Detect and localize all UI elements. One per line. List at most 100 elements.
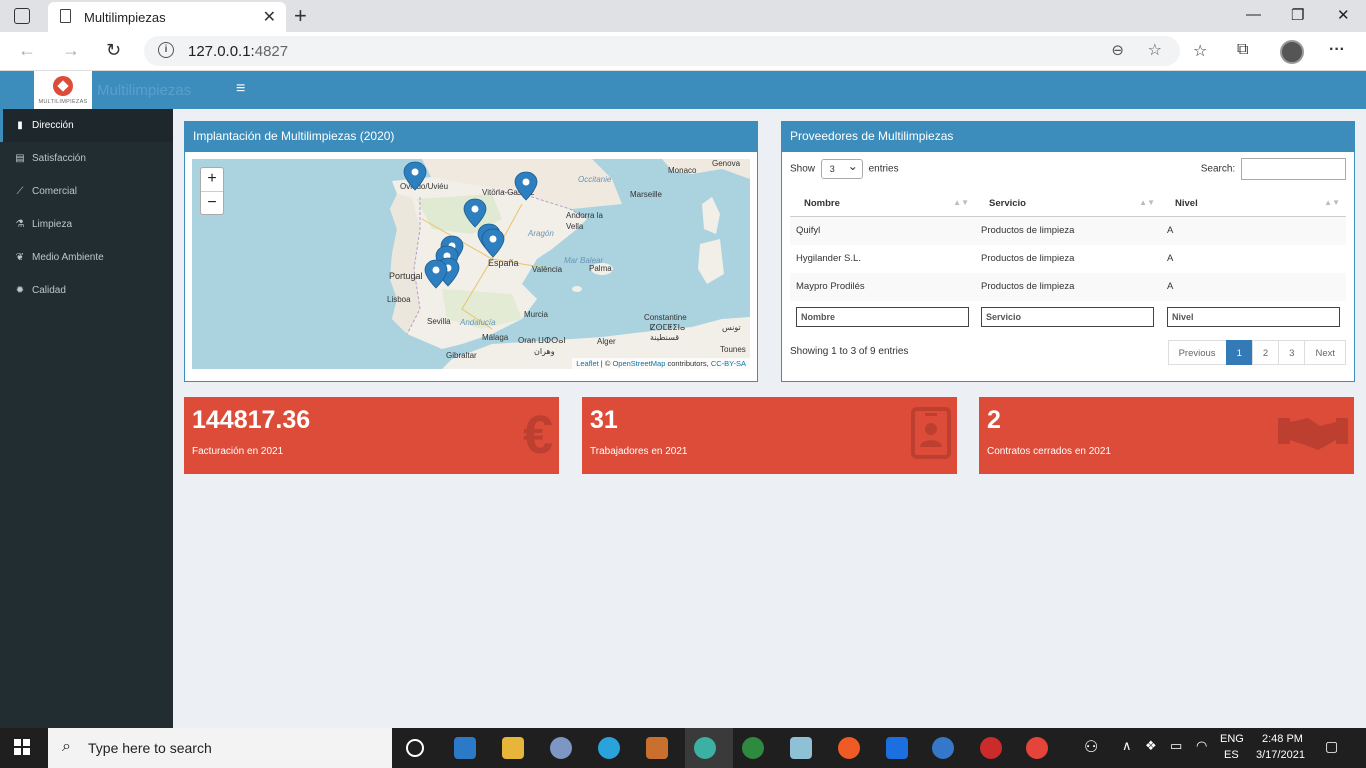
- virtualbox-icon[interactable]: [646, 737, 668, 759]
- entries-select[interactable]: 3: [820, 159, 863, 179]
- table-row[interactable]: Quifyl Productos de limpieza A: [790, 216, 1346, 245]
- sidebar-item-label: Dirección: [32, 120, 74, 131]
- zoom-icon[interactable]: ⊖: [1111, 41, 1124, 59]
- more-options-icon[interactable]: ···: [1329, 41, 1345, 59]
- address-toolbar: ← → ↻ i 127.0.0.1:4827 ⊖ ☆ ☆ ⧉ ···: [0, 32, 1366, 71]
- map-label-oran: Oran ⵡⵀⵔⴰⵏ: [518, 336, 566, 345]
- language-top[interactable]: ENG: [1220, 733, 1244, 745]
- chrome-icon[interactable]: [1026, 737, 1048, 759]
- back-icon[interactable]: ←: [18, 40, 36, 61]
- clock-date[interactable]: 3/17/2021: [1256, 749, 1305, 761]
- leaflet-link[interactable]: Leaflet: [576, 359, 599, 368]
- tab-title: Multilimpiezas: [84, 10, 166, 25]
- sidebar-item-direccion[interactable]: ▮ Dirección: [0, 109, 173, 142]
- notes-icon[interactable]: [790, 737, 812, 759]
- telegram-icon[interactable]: [598, 737, 620, 759]
- task-view-icon[interactable]: [406, 739, 424, 757]
- collections-icon[interactable]: ⧉: [1237, 41, 1248, 59]
- map-label-oran-ar: وهران: [534, 347, 555, 356]
- map-label-malaga: Málaga: [482, 333, 509, 342]
- mail-icon[interactable]: [932, 737, 954, 759]
- line-chart-icon: ⟋: [16, 186, 24, 197]
- map-label-genova: Genova: [712, 159, 741, 168]
- url-bar[interactable]: i 127.0.0.1:4827 ⊖ ☆: [144, 36, 1180, 66]
- profile-avatar[interactable]: [1280, 40, 1304, 64]
- app-e-icon[interactable]: [980, 737, 1002, 759]
- browser-tab[interactable]: Multilimpiezas ✕: [48, 2, 286, 32]
- sidebar-item-label: Comercial: [32, 186, 78, 197]
- suppliers-table: Nombre ▲▼ Servicio ▲▼ Nivel ▲▼ Quifyl Produ…: [790, 190, 1346, 333]
- page-1-button[interactable]: 1: [1225, 340, 1253, 365]
- search-icon: ⌕: [62, 738, 71, 755]
- sidebar-item-comercial[interactable]: ⟋ Comercial: [0, 175, 173, 208]
- file-explorer-icon[interactable]: [502, 737, 524, 759]
- filter-nombre-input[interactable]: Nombre: [796, 306, 969, 327]
- column-header-nombre[interactable]: Nombre ▲▼: [790, 190, 975, 217]
- tab-actions-icon[interactable]: [14, 8, 30, 24]
- reload-icon[interactable]: ↻: [106, 40, 121, 61]
- previous-button[interactable]: Previous: [1167, 340, 1227, 365]
- notifications-icon[interactable]: ▢: [1325, 738, 1338, 755]
- forward-icon[interactable]: →: [62, 40, 80, 61]
- people-icon[interactable]: ⚇: [1084, 737, 1098, 757]
- dropbox-tray-icon[interactable]: ❖: [1145, 738, 1157, 754]
- edge-icon[interactable]: [694, 737, 716, 759]
- filter-nivel-input[interactable]: Nivel: [1167, 306, 1340, 327]
- sort-icon: ▲▼: [1324, 198, 1340, 207]
- map-box-title: Implantación de Multilimpiezas (2020): [185, 122, 757, 152]
- column-header-servicio[interactable]: Servicio ▲▼: [975, 190, 1161, 217]
- dropbox-icon[interactable]: [886, 737, 908, 759]
- clipboard-icon: ▤: [15, 153, 25, 164]
- map-label-valencia: València: [532, 265, 563, 274]
- mongodb-icon[interactable]: [742, 737, 764, 759]
- sidebar-item-label: Calidad: [32, 285, 66, 296]
- sidebar-item-medio-ambiente[interactable]: ❦ Medio Ambiente: [0, 241, 173, 274]
- sidebar-item-calidad[interactable]: ✹ Calidad: [0, 274, 173, 307]
- zoom-in-button[interactable]: +: [201, 168, 223, 191]
- wifi-icon[interactable]: ◠: [1196, 738, 1207, 754]
- chevron-up-icon[interactable]: ∧: [1122, 738, 1132, 754]
- map-label-sevilla: Sevilla: [427, 317, 451, 326]
- language-bottom[interactable]: ES: [1224, 749, 1239, 761]
- add-favorite-icon[interactable]: ☆: [1148, 40, 1162, 60]
- clock-time[interactable]: 2:48 PM: [1262, 733, 1303, 745]
- postman-icon[interactable]: [838, 737, 860, 759]
- taskbar-search[interactable]: ⌕ Type here to search: [48, 728, 392, 768]
- url-text: 127.0.0.1:4827: [188, 43, 289, 60]
- zoom-out-button[interactable]: −: [201, 191, 223, 214]
- hamburger-icon[interactable]: ≡: [236, 80, 245, 98]
- zoom-control: + −: [200, 167, 224, 215]
- page-3-button[interactable]: 3: [1278, 340, 1306, 365]
- table-row[interactable]: Maypro Prodilés Productos de limpieza A: [790, 272, 1346, 301]
- page-2-button[interactable]: 2: [1251, 340, 1280, 365]
- minimize-icon[interactable]: —: [1246, 6, 1261, 23]
- handshake-icon: [1278, 407, 1348, 463]
- osm-link[interactable]: OpenStreetMap: [612, 359, 665, 368]
- window-close-icon[interactable]: ✕: [1337, 6, 1350, 24]
- r-icon[interactable]: [550, 737, 572, 759]
- favorites-icon[interactable]: ☆: [1193, 41, 1207, 61]
- suppliers-box-title: Proveedores de Multilimpiezas: [782, 122, 1354, 152]
- site-info-icon[interactable]: i: [158, 42, 174, 58]
- sidebar-item-satisfaccion[interactable]: ▤ Satisfacción: [0, 142, 173, 175]
- license-link[interactable]: CC-BY-SA: [711, 359, 746, 368]
- next-button[interactable]: Next: [1304, 340, 1346, 365]
- close-tab-icon[interactable]: ✕: [263, 7, 276, 27]
- filter-servicio-input[interactable]: Servicio: [981, 306, 1154, 327]
- map-box: Implantación de Multilimpiezas (2020) Ov…: [184, 121, 758, 382]
- kpi-label: Trabajadores en 2021: [590, 446, 688, 457]
- kpi-value: 2: [987, 406, 1001, 434]
- kpi-trabajadores: 31 Trabajadores en 2021: [582, 397, 957, 474]
- vscode-icon[interactable]: [454, 737, 476, 759]
- column-header-nivel[interactable]: Nivel ▲▼: [1161, 190, 1346, 217]
- battery-icon[interactable]: ▭: [1170, 738, 1182, 754]
- search-input[interactable]: [1241, 158, 1346, 180]
- map[interactable]: Oviedo/Uviéu Vitoria-Gasteiz Monaco Geno…: [192, 159, 750, 369]
- restore-icon[interactable]: ❐: [1291, 6, 1304, 24]
- new-tab-icon[interactable]: +: [294, 3, 307, 29]
- dashboard-icon: ▮: [17, 120, 23, 131]
- sidebar-item-limpieza[interactable]: ⚗ Limpieza: [0, 208, 173, 241]
- id-badge-icon: [911, 407, 951, 470]
- table-row[interactable]: Hygilander S.L. Productos de limpieza A: [790, 244, 1346, 273]
- brand-title: Multilimpiezas: [97, 82, 192, 99]
